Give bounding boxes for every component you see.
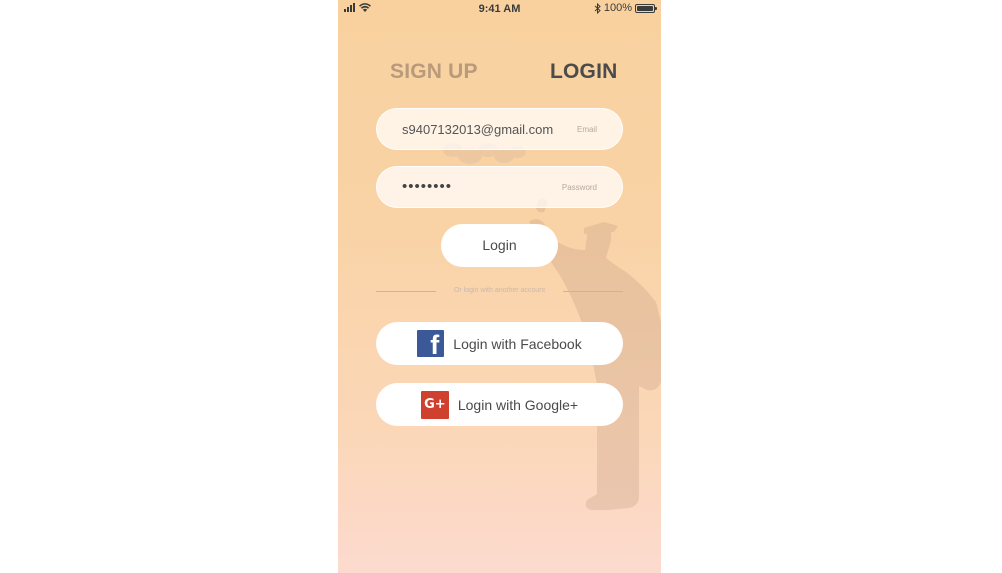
facebook-button-label: Login with Facebook [453,335,582,352]
login-button[interactable]: Login [441,224,558,267]
tab-sign-up[interactable]: SIGN UP [390,60,478,84]
battery-icon [635,3,657,13]
status-right: 100% [594,2,657,14]
email-value: s9407132013@gmail.com [402,122,554,137]
tab-login[interactable]: LOGIN [550,60,618,84]
email-field[interactable]: s9407132013@gmail.com Email [376,108,623,150]
facebook-logo-icon: f [417,330,445,359]
password-field[interactable]: •••••••• Password [376,166,623,208]
status-bar: 9:41 AM 100% [338,0,661,18]
divider-line-right [563,291,623,292]
bluetooth-icon [594,2,601,14]
google-plus-logo-icon: G+ [420,390,449,419]
battery-fill [637,5,653,11]
google-button-label: Login with Google+ [457,396,579,413]
phone-screen: 9:41 AM 100% SIGN UP LOGIN s9407132013@g… [338,0,661,573]
login-with-facebook-button[interactable]: f Login with Facebook [376,322,623,365]
divider: Or login with another account [376,287,623,294]
password-label: Password [561,183,597,192]
battery-percent: 100% [603,2,632,14]
login-with-google-button[interactable]: G+ Login with Google+ [376,383,623,426]
password-value: •••••••• [402,178,453,195]
email-label: Email [576,125,597,134]
